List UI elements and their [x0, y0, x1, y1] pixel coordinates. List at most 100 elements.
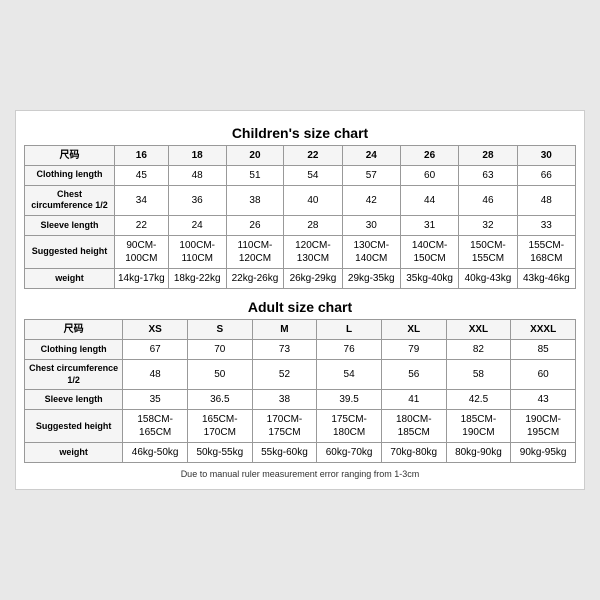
- children-header-cell: 20: [226, 145, 284, 165]
- table-row: Chest circumference 1/23436384042444648: [25, 185, 576, 215]
- cell-value: 150CM-155CM: [459, 236, 517, 269]
- cell-value: 73: [252, 340, 317, 360]
- cell-value: 76: [317, 340, 382, 360]
- cell-value: 56: [381, 360, 446, 390]
- cell-value: 155CM-168CM: [517, 236, 575, 269]
- adult-title: Adult size chart: [24, 295, 576, 319]
- row-label: Suggested height: [25, 410, 123, 443]
- cell-value: 140CM-150CM: [400, 236, 458, 269]
- cell-value: 110CM-120CM: [226, 236, 284, 269]
- cell-value: 46kg-50kg: [123, 443, 188, 463]
- adult-header-cell: XS: [123, 320, 188, 340]
- table-row: Suggested height158CM-165CM165CM-170CM17…: [25, 410, 576, 443]
- cell-value: 43kg-46kg: [517, 269, 575, 289]
- note: Due to manual ruler measurement error ra…: [24, 469, 576, 479]
- row-label: Sleeve length: [25, 390, 123, 410]
- cell-value: 29kg-35kg: [342, 269, 400, 289]
- cell-value: 158CM-165CM: [123, 410, 188, 443]
- children-table: 尺码1618202224262830 Clothing length454851…: [24, 145, 576, 289]
- chart-container: Children's size chart 尺码1618202224262830…: [15, 110, 585, 491]
- cell-value: 60kg-70kg: [317, 443, 382, 463]
- cell-value: 18kg-22kg: [168, 269, 226, 289]
- cell-value: 35: [123, 390, 188, 410]
- cell-value: 185CM-190CM: [446, 410, 511, 443]
- children-header-cell: 26: [400, 145, 458, 165]
- adult-table: 尺码XSSMLXLXXLXXXL Clothing length67707376…: [24, 319, 576, 463]
- cell-value: 57: [342, 165, 400, 185]
- cell-value: 170CM-175CM: [252, 410, 317, 443]
- cell-value: 40kg-43kg: [459, 269, 517, 289]
- row-label: Clothing length: [25, 165, 115, 185]
- cell-value: 60: [400, 165, 458, 185]
- cell-value: 175CM-180CM: [317, 410, 382, 443]
- cell-value: 70: [187, 340, 252, 360]
- cell-value: 45: [114, 165, 168, 185]
- cell-value: 33: [517, 216, 575, 236]
- table-row: Sleeve length2224262830313233: [25, 216, 576, 236]
- table-row: Chest circumference 1/248505254565860: [25, 360, 576, 390]
- cell-value: 24: [168, 216, 226, 236]
- cell-value: 190CM-195CM: [511, 410, 576, 443]
- cell-value: 35kg-40kg: [400, 269, 458, 289]
- cell-value: 180CM-185CM: [381, 410, 446, 443]
- cell-value: 67: [123, 340, 188, 360]
- adult-header-cell: XL: [381, 320, 446, 340]
- adult-header-cell: S: [187, 320, 252, 340]
- cell-value: 52: [252, 360, 317, 390]
- table-row: weight46kg-50kg50kg-55kg55kg-60kg60kg-70…: [25, 443, 576, 463]
- table-row: Suggested height90CM-100CM100CM-110CM110…: [25, 236, 576, 269]
- adult-header-cell: M: [252, 320, 317, 340]
- cell-value: 42: [342, 185, 400, 215]
- cell-value: 60: [511, 360, 576, 390]
- adult-header-cell: L: [317, 320, 382, 340]
- table-row: Clothing length4548515457606366: [25, 165, 576, 185]
- cell-value: 43: [511, 390, 576, 410]
- cell-value: 130CM-140CM: [342, 236, 400, 269]
- row-label: Sleeve length: [25, 216, 115, 236]
- adult-header-cell: XXXL: [511, 320, 576, 340]
- cell-value: 31: [400, 216, 458, 236]
- cell-value: 66: [517, 165, 575, 185]
- children-header-cell: 16: [114, 145, 168, 165]
- cell-value: 90kg-95kg: [511, 443, 576, 463]
- cell-value: 34: [114, 185, 168, 215]
- row-label: Chest circumference 1/2: [25, 360, 123, 390]
- cell-value: 63: [459, 165, 517, 185]
- cell-value: 14kg-17kg: [114, 269, 168, 289]
- cell-value: 38: [226, 185, 284, 215]
- row-label: Chest circumference 1/2: [25, 185, 115, 215]
- cell-value: 26: [226, 216, 284, 236]
- cell-value: 30: [342, 216, 400, 236]
- row-label: Suggested height: [25, 236, 115, 269]
- cell-value: 51: [226, 165, 284, 185]
- cell-value: 22: [114, 216, 168, 236]
- cell-value: 82: [446, 340, 511, 360]
- cell-value: 50kg-55kg: [187, 443, 252, 463]
- cell-value: 58: [446, 360, 511, 390]
- adult-header-cell: XXL: [446, 320, 511, 340]
- cell-value: 54: [317, 360, 382, 390]
- cell-value: 36: [168, 185, 226, 215]
- cell-value: 120CM-130CM: [284, 236, 342, 269]
- cell-value: 100CM-110CM: [168, 236, 226, 269]
- table-row: Clothing length67707376798285: [25, 340, 576, 360]
- cell-value: 40: [284, 185, 342, 215]
- cell-value: 42.5: [446, 390, 511, 410]
- cell-value: 90CM-100CM: [114, 236, 168, 269]
- row-label: Clothing length: [25, 340, 123, 360]
- cell-value: 54: [284, 165, 342, 185]
- cell-value: 48: [168, 165, 226, 185]
- cell-value: 55kg-60kg: [252, 443, 317, 463]
- cell-value: 38: [252, 390, 317, 410]
- row-label: weight: [25, 443, 123, 463]
- cell-value: 70kg-80kg: [381, 443, 446, 463]
- cell-value: 32: [459, 216, 517, 236]
- cell-value: 36.5: [187, 390, 252, 410]
- children-header-cell: 18: [168, 145, 226, 165]
- children-header-cell: 22: [284, 145, 342, 165]
- cell-value: 46: [459, 185, 517, 215]
- children-header-cell: 尺码: [25, 145, 115, 165]
- cell-value: 79: [381, 340, 446, 360]
- cell-value: 80kg-90kg: [446, 443, 511, 463]
- cell-value: 48: [517, 185, 575, 215]
